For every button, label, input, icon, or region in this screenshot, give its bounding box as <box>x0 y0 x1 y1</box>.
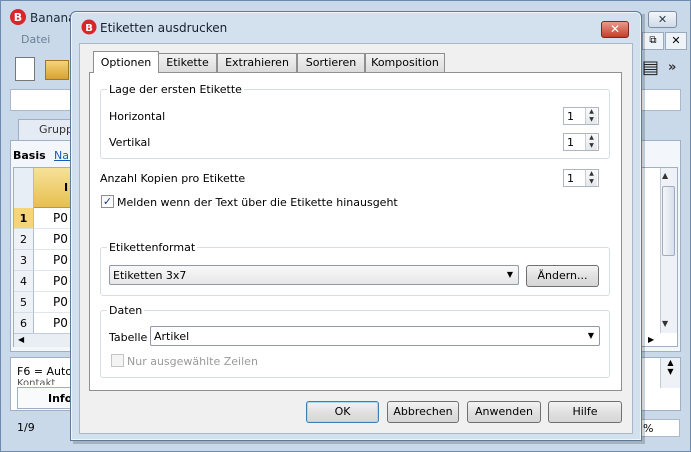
vertikal-label: Vertikal <box>109 136 151 149</box>
table-row[interactable]: P0 <box>34 271 74 292</box>
tab-etikette[interactable]: Etikette <box>158 53 217 72</box>
open-folder-icon[interactable] <box>45 60 69 80</box>
ok-button[interactable]: OK <box>306 401 379 423</box>
tab-extrahieren[interactable]: Extrahieren <box>217 53 297 72</box>
row-number[interactable]: 4 <box>14 271 34 292</box>
banana-logo-icon: B <box>10 9 26 25</box>
horizontal-value[interactable]: 1 <box>567 110 574 123</box>
daten-group-label: Daten <box>107 304 145 317</box>
main-close-button[interactable]: ✕ <box>648 11 677 28</box>
format-select[interactable]: Etiketten 3x7 <box>109 265 519 285</box>
abbrechen-button[interactable]: Abbrechen <box>387 401 459 423</box>
view-basis[interactable]: Basis <box>13 149 46 162</box>
tab-komposition[interactable]: Komposition <box>365 53 445 72</box>
lage-group <box>100 89 610 159</box>
new-file-icon[interactable] <box>15 57 35 81</box>
row-number[interactable]: 1 <box>14 208 34 229</box>
grid-column-header-label: I <box>64 181 69 194</box>
svg-text:B: B <box>85 23 93 34</box>
scroll-left-icon[interactable]: ◀ <box>18 335 24 344</box>
anwenden-button[interactable]: Anwenden <box>467 401 541 423</box>
kopien-value[interactable]: 1 <box>567 172 574 185</box>
nur-ausgewaehlte-label[interactable]: Nur ausgewählte Zeilen <box>127 355 258 368</box>
close-icon[interactable]: ✕ <box>601 21 629 38</box>
spin-arrows-icon[interactable]: ▲ ▼ <box>585 170 597 186</box>
banana-logo-icon: B <box>81 19 97 35</box>
chevron-down-icon[interactable]: ▼ <box>584 327 598 345</box>
scroll-down-icon[interactable]: ▼ <box>662 319 668 328</box>
menu-datei[interactable]: Datei <box>21 33 50 46</box>
vertikal-value[interactable]: 1 <box>567 136 574 149</box>
grid-corner[interactable] <box>14 168 34 208</box>
zoom-field[interactable]: % <box>640 419 680 437</box>
table-row[interactable]: P0 <box>34 292 74 313</box>
kopien-label: Anzahl Kopien pro Etikette <box>100 172 246 185</box>
lage-group-label: Lage der ersten Etikette <box>107 83 244 96</box>
tab-sortieren[interactable]: Sortieren <box>297 53 365 72</box>
info-text-secondary: Kontakt <box>17 378 56 385</box>
hilfe-button[interactable]: Hilfe <box>548 401 622 423</box>
tabelle-label: Tabelle <box>109 331 148 344</box>
melden-checkbox[interactable]: ✓ <box>101 195 114 208</box>
spin-arrows-icon[interactable]: ▲ ▼ <box>585 108 597 124</box>
chevron-down-icon[interactable]: ▼ <box>503 266 517 284</box>
table-row[interactable]: P0 <box>34 229 74 250</box>
table-row[interactable]: P0 <box>34 313 74 334</box>
aendern-button[interactable]: Ändern... <box>526 265 599 287</box>
scroll-right-icon[interactable]: ▶ <box>648 335 654 344</box>
melden-label[interactable]: Melden wenn der Text über die Etikette h… <box>117 196 398 209</box>
tab-info[interactable]: Info <box>17 387 77 409</box>
horizontal-label: Horizontal <box>109 110 166 123</box>
tab-gruppe[interactable]: Gruppe <box>18 119 80 141</box>
tabelle-select[interactable]: Artikel <box>150 326 600 346</box>
scrollbar-thumb[interactable] <box>662 186 675 256</box>
info-text: F6 = Autor <box>17 365 77 378</box>
close-document-button[interactable]: ✕ <box>665 32 687 50</box>
toolbar-overflow-button[interactable]: » <box>668 60 676 75</box>
scroll-up-icon[interactable]: ▲ <box>662 171 668 180</box>
spin-arrows-icon[interactable]: ▲ ▼ <box>585 134 597 150</box>
nur-ausgewaehlte-checkbox[interactable] <box>111 354 124 367</box>
format-group-label: Etikettenformat <box>107 241 198 254</box>
table-row[interactable]: P0 <box>34 250 74 271</box>
row-number[interactable]: 3 <box>14 250 34 271</box>
checkmark-icon: ✓ <box>102 195 113 208</box>
restore-document-button[interactable]: ⧉ <box>642 32 664 50</box>
status-page-indicator: 1/9 <box>17 421 35 434</box>
row-number[interactable]: 5 <box>14 292 34 313</box>
row-number[interactable]: 2 <box>14 229 34 250</box>
svg-text:B: B <box>14 11 22 24</box>
main-window-title: Banana <box>30 11 76 25</box>
info-scrollbar[interactable]: ▲ ▼ <box>660 358 680 388</box>
table-row[interactable]: P0 <box>34 208 74 229</box>
tab-optionen[interactable]: Optionen <box>93 51 159 73</box>
row-number[interactable]: 6 <box>14 313 34 334</box>
dialog-title: Etiketten ausdrucken <box>100 21 228 35</box>
